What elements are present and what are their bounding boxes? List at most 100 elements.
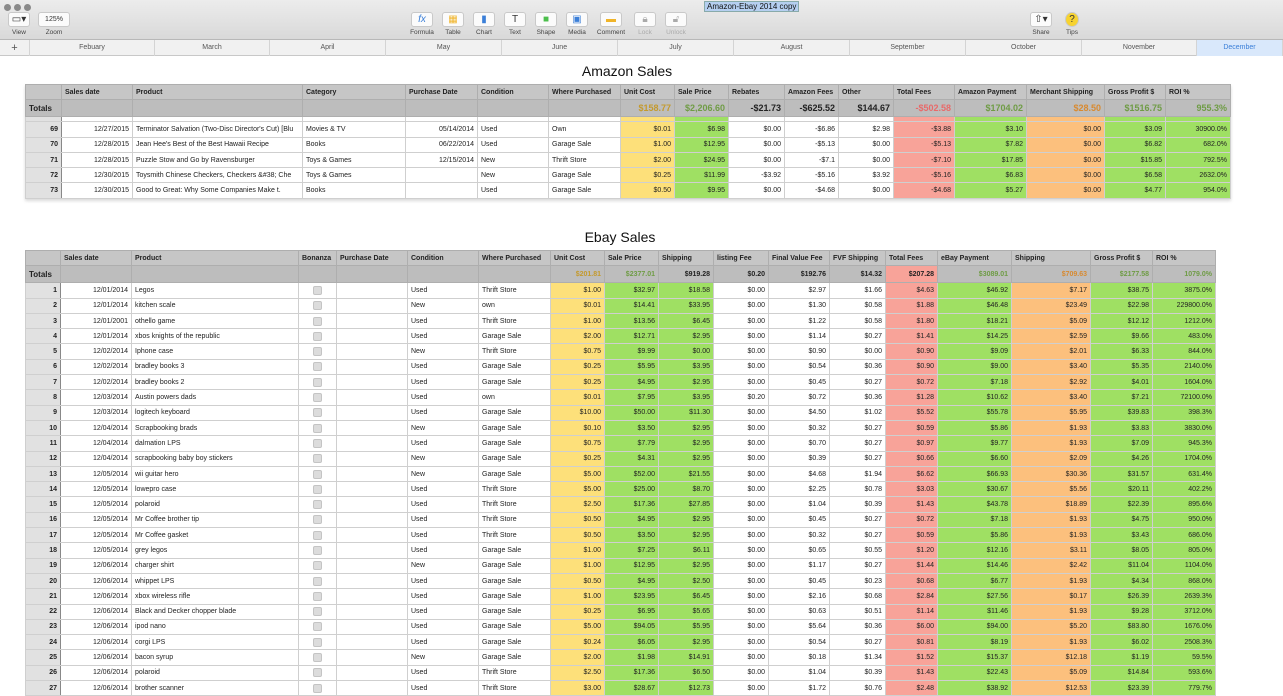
cell-roi[interactable]: 2639.3% bbox=[1152, 588, 1216, 605]
cell-product[interactable]: scrapbooking baby boy stickers bbox=[131, 450, 299, 467]
cell-roi[interactable]: 954.0% bbox=[1165, 182, 1231, 199]
bonanza-checkbox[interactable] bbox=[313, 408, 322, 418]
cell-condition[interactable]: Used bbox=[407, 542, 479, 559]
cell-amazon-fees[interactable]: -$7.1 bbox=[784, 151, 839, 169]
column-header-purchase-date[interactable]: Purchase Date bbox=[336, 249, 408, 267]
cell-sale-price[interactable]: $17.36 bbox=[604, 496, 659, 513]
cell-shipping[interactable]: $6.50 bbox=[658, 664, 714, 682]
cell-listing-fee[interactable]: $0.00 bbox=[713, 435, 769, 452]
cell-unit-cost[interactable]: $10.00 bbox=[550, 404, 605, 421]
cell-where-purchased[interactable]: Garage Sale bbox=[478, 374, 551, 391]
cell-where-purchased[interactable]: Garage Sale bbox=[478, 419, 551, 437]
cell-listing-fee[interactable]: $0.00 bbox=[713, 680, 769, 696]
cell-category[interactable]: Books bbox=[302, 136, 406, 153]
cell-roi[interactable]: 72100.0% bbox=[1152, 389, 1216, 406]
cell-condition[interactable]: Used bbox=[407, 618, 479, 636]
cell-condition[interactable]: New bbox=[407, 450, 479, 467]
minimize-window-button[interactable] bbox=[14, 4, 21, 11]
cell-shipping[interactable]: $6.45 bbox=[658, 588, 714, 605]
column-header-sale-price[interactable]: Sale Price bbox=[674, 83, 729, 101]
cell-condition[interactable]: Used bbox=[407, 680, 479, 696]
sheet-tab-november[interactable]: November bbox=[1082, 40, 1197, 56]
cell-where-purchased[interactable]: Garage Sale bbox=[548, 167, 621, 184]
row-number[interactable]: 6 bbox=[25, 358, 61, 376]
cell-total-fees[interactable]: -$4.68 bbox=[893, 182, 955, 199]
cell-product[interactable]: bradley books 2 bbox=[131, 374, 299, 391]
cell-final-value-fee[interactable]: $0.90 bbox=[768, 343, 830, 360]
cell-final-value-fee[interactable]: $0.65 bbox=[768, 542, 830, 559]
cell-purchase-date[interactable] bbox=[336, 450, 408, 467]
row-number[interactable]: 72 bbox=[25, 167, 62, 184]
cell-unit-cost[interactable]: $0.50 bbox=[620, 182, 675, 199]
column-header-fvf-shipping[interactable]: FVF Shipping bbox=[829, 249, 886, 267]
cell-roi[interactable]: 229800.0% bbox=[1152, 297, 1216, 314]
cell-roi[interactable]: 868.0% bbox=[1152, 572, 1216, 590]
table-row[interactable]: 4 12/01/2014 xbos knights of the republic U… bbox=[25, 328, 1216, 345]
cell-purchase-date[interactable] bbox=[336, 389, 408, 406]
cell-final-value-fee[interactable]: $1.72 bbox=[768, 680, 830, 696]
cell-purchase-date[interactable] bbox=[336, 481, 408, 498]
cell-roi[interactable]: 3712.0% bbox=[1152, 603, 1216, 620]
cell-condition[interactable]: New bbox=[407, 419, 479, 437]
bonanza-checkbox[interactable] bbox=[313, 545, 322, 555]
cell-shipping[interactable]: $2.95 bbox=[658, 450, 714, 467]
cell-sales-date[interactable]: 12/06/2014 bbox=[60, 618, 132, 636]
cell-product[interactable]: Mr Coffee gasket bbox=[131, 527, 299, 544]
cell-ebay-payment[interactable]: $5.86 bbox=[937, 419, 1012, 437]
cell-roi[interactable]: 895.6% bbox=[1152, 496, 1216, 513]
cell-sale-price[interactable]: $7.95 bbox=[604, 389, 659, 406]
cell-sale-price[interactable]: $4.95 bbox=[604, 374, 659, 391]
cell-total-fees[interactable]: $1.41 bbox=[885, 328, 938, 345]
cell-shipping[interactable]: $2.95 bbox=[658, 527, 714, 544]
cell-listing-fee[interactable]: $0.00 bbox=[713, 297, 769, 314]
cell-gross-profit[interactable]: $9.66 bbox=[1090, 328, 1153, 345]
cell-gross-profit[interactable]: $6.82 bbox=[1104, 136, 1166, 153]
row-number[interactable]: 10 bbox=[25, 419, 61, 437]
column-header-purchase-date[interactable]: Purchase Date bbox=[405, 83, 478, 101]
cell-total-fees[interactable]: $6.62 bbox=[885, 465, 938, 483]
cell-amazon-payment[interactable]: $17.85 bbox=[954, 151, 1027, 169]
cell-purchase-date[interactable] bbox=[336, 557, 408, 574]
cell-sales-date[interactable]: 12/06/2014 bbox=[60, 572, 132, 590]
cell-amazon-fees[interactable]: -$5.13 bbox=[784, 136, 839, 153]
cell-fvf-shipping[interactable]: $1.02 bbox=[829, 404, 886, 421]
cell-total-fees[interactable]: $2.84 bbox=[885, 588, 938, 605]
cell-listing-fee[interactable]: $0.00 bbox=[713, 343, 769, 360]
cell-roi[interactable]: 3875.0% bbox=[1152, 282, 1216, 299]
cell-final-value-fee[interactable]: $0.32 bbox=[768, 419, 830, 437]
cell-product[interactable]: corgi LPS bbox=[131, 634, 299, 651]
column-header-product[interactable]: Product bbox=[131, 249, 299, 267]
cell-total-fees[interactable]: $4.63 bbox=[885, 282, 938, 299]
row-number[interactable]: 16 bbox=[25, 511, 61, 529]
cell-unit-cost[interactable]: $0.24 bbox=[550, 634, 605, 651]
cell-sales-date[interactable]: 12/06/2014 bbox=[60, 557, 132, 574]
cell-where-purchased[interactable]: Thrift Store bbox=[478, 282, 551, 299]
column-header-gross-profit[interactable]: Gross Profit $ bbox=[1090, 249, 1153, 267]
cell-unit-cost[interactable]: $0.75 bbox=[550, 343, 605, 360]
cell-where-purchased[interactable]: Garage Sale bbox=[478, 465, 551, 483]
cell-shipping[interactable]: $6.45 bbox=[658, 312, 714, 330]
cell-condition[interactable]: Used bbox=[477, 182, 549, 199]
column-header-merchant-shipping[interactable]: Merchant Shipping bbox=[1026, 83, 1105, 101]
column-header-condition[interactable]: Condition bbox=[407, 249, 479, 267]
sheet-tab-december[interactable]: December bbox=[1197, 40, 1283, 56]
table-row[interactable]: 3 12/01/2001 othello game Used Thrift Store $… bbox=[25, 312, 1216, 330]
cell-total-fees[interactable]: $3.03 bbox=[885, 481, 938, 498]
cell-listing-fee[interactable]: $0.00 bbox=[713, 603, 769, 620]
table-row[interactable]: 69 12/27/2015 Terminator Salvation (Two-Di… bbox=[25, 121, 1231, 138]
cell-unit-cost[interactable]: $2.50 bbox=[550, 664, 605, 682]
cell-sales-date[interactable]: 12/05/2014 bbox=[60, 465, 132, 483]
cell-product[interactable]: grey legos bbox=[131, 542, 299, 559]
cell-purchase-date[interactable] bbox=[336, 435, 408, 452]
table-row[interactable]: 18 12/05/2014 grey legos Used Garage Sale $1.… bbox=[25, 542, 1216, 559]
bonanza-checkbox[interactable] bbox=[313, 576, 322, 586]
row-number[interactable]: 71 bbox=[25, 151, 62, 169]
cell-shipping[interactable]: $12.18 bbox=[1011, 649, 1091, 666]
cell-purchase-date[interactable]: 05/14/2014 bbox=[405, 121, 478, 138]
row-number[interactable]: 21 bbox=[25, 588, 61, 605]
cell-listing-fee[interactable]: $0.00 bbox=[713, 511, 769, 529]
cell-total-fees[interactable]: -$5.16 bbox=[893, 167, 955, 184]
cell-condition[interactable]: Used bbox=[407, 664, 479, 682]
cell-purchase-date[interactable] bbox=[336, 282, 408, 299]
cell-total-fees[interactable]: $0.81 bbox=[885, 634, 938, 651]
